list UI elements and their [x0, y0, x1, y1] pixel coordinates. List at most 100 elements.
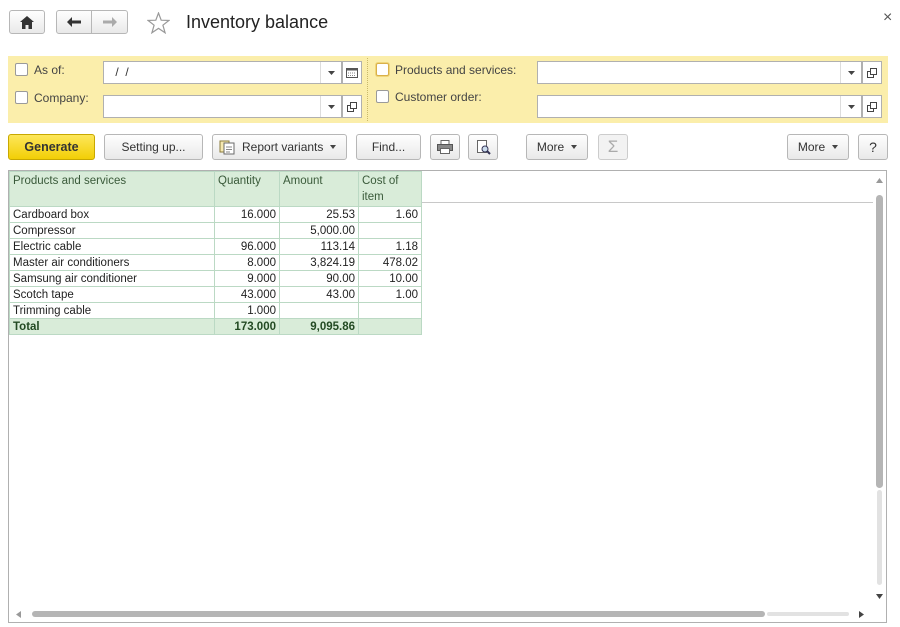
quantity-cell[interactable]: 96.000	[214, 238, 280, 255]
help-button[interactable]: ?	[858, 134, 888, 160]
table-row: Cardboard box 16.000 25.53 1.60	[9, 206, 422, 223]
calendar-button[interactable]	[342, 61, 362, 84]
quantity-cell[interactable]: 9.000	[214, 270, 280, 287]
report-variants-button[interactable]: Report variants	[212, 134, 347, 160]
cost-cell[interactable]	[358, 302, 422, 319]
page-title: Inventory balance	[186, 12, 329, 32]
horizontal-scroll-thumb[interactable]	[32, 611, 765, 617]
as-of-checkbox[interactable]	[15, 63, 28, 76]
total-label-cell[interactable]: Total	[9, 318, 215, 335]
home-button[interactable]	[9, 10, 45, 34]
as-of-date-field[interactable]: / /	[103, 61, 342, 84]
table-row: Electric cable 96.000 113.14 1.18	[9, 238, 422, 255]
as-of-date-value: / /	[112, 65, 129, 79]
find-button[interactable]: Find...	[356, 134, 421, 160]
star-icon[interactable]	[147, 12, 170, 34]
chevron-down-icon	[847, 104, 855, 109]
product-cell[interactable]: Samsung air conditioner	[9, 270, 215, 287]
table-row: Scotch tape 43.000 43.00 1.00	[9, 286, 422, 303]
vertical-scroll-track-lower	[877, 490, 882, 585]
more-button-1[interactable]: More	[526, 134, 588, 160]
scroll-left-icon[interactable]	[16, 611, 21, 618]
as-of-dropdown[interactable]	[320, 62, 341, 83]
product-cell[interactable]: Electric cable	[9, 238, 215, 255]
chevron-down-icon	[847, 70, 855, 75]
company-dropdown[interactable]	[320, 96, 341, 117]
customer-order-label: Customer order:	[395, 90, 482, 104]
amount-cell[interactable]	[279, 302, 359, 319]
amount-cell[interactable]: 3,824.19	[279, 254, 359, 271]
back-button[interactable]	[56, 10, 92, 34]
cost-cell[interactable]: 10.00	[358, 270, 422, 287]
product-cell[interactable]: Compressor	[9, 222, 215, 239]
products-dropdown[interactable]	[840, 62, 861, 83]
scroll-down-icon[interactable]	[876, 594, 883, 599]
customer-order-checkbox[interactable]	[376, 90, 389, 103]
customer-order-dropdown[interactable]	[840, 96, 861, 117]
amount-cell[interactable]: 43.00	[279, 286, 359, 303]
report-table: Products and services Quantity Amount Co…	[9, 171, 422, 335]
vertical-scroll-thumb[interactable]	[876, 195, 883, 488]
products-checkbox[interactable]	[376, 63, 389, 76]
close-icon[interactable]: ×	[883, 9, 892, 27]
amount-cell[interactable]: 113.14	[279, 238, 359, 255]
products-open-button[interactable]	[862, 61, 882, 84]
preview-button[interactable]	[468, 134, 498, 160]
more-label-2: More	[797, 140, 826, 154]
customer-order-open-button[interactable]	[862, 95, 882, 118]
company-field[interactable]	[103, 95, 342, 118]
chevron-down-icon	[330, 145, 337, 149]
filter-divider	[367, 58, 368, 121]
column-header: Quantity	[214, 171, 280, 207]
cost-cell[interactable]: 1.00	[358, 286, 422, 303]
cost-cell[interactable]: 1.60	[358, 206, 422, 223]
horizontal-scrollbar[interactable]	[10, 608, 872, 620]
more-label-1: More	[536, 140, 565, 154]
generate-button[interactable]: Generate	[8, 134, 95, 160]
company-checkbox[interactable]	[15, 91, 28, 104]
company-label: Company:	[34, 91, 89, 105]
arrow-left-icon	[67, 17, 81, 27]
total-amount-cell[interactable]: 9,095.86	[279, 318, 359, 335]
column-header: Amount	[279, 171, 359, 207]
customer-order-field[interactable]	[537, 95, 862, 118]
quantity-cell[interactable]: 43.000	[214, 286, 280, 303]
report-variants-icon	[219, 140, 235, 154]
scroll-right-icon[interactable]	[859, 611, 864, 618]
more-button-2[interactable]: More	[787, 134, 849, 160]
table-header-row: Products and services Quantity Amount Co…	[9, 171, 422, 207]
amount-cell[interactable]: 5,000.00	[279, 222, 359, 239]
print-button[interactable]	[430, 134, 460, 160]
table-row: Samsung air conditioner 9.000 90.00 10.0…	[9, 270, 422, 287]
forward-button[interactable]	[91, 10, 128, 34]
setting-up-button[interactable]: Setting up...	[104, 134, 203, 160]
total-quantity-cell[interactable]: 173.000	[214, 318, 280, 335]
table-row: Compressor 5,000.00	[9, 222, 422, 239]
product-cell[interactable]: Scotch tape	[9, 286, 215, 303]
sum-button[interactable]: Σ	[598, 134, 628, 160]
amount-cell[interactable]: 25.53	[279, 206, 359, 223]
amount-cell[interactable]: 90.00	[279, 270, 359, 287]
quantity-cell[interactable]: 8.000	[214, 254, 280, 271]
cost-cell[interactable]: 1.18	[358, 238, 422, 255]
quantity-cell[interactable]: 1.000	[214, 302, 280, 319]
open-icon	[867, 101, 877, 112]
cost-cell[interactable]: 478.02	[358, 254, 422, 271]
horizontal-scroll-track-right	[767, 612, 849, 616]
cost-cell[interactable]	[358, 222, 422, 239]
scroll-up-icon[interactable]	[876, 178, 883, 183]
open-icon	[867, 67, 877, 78]
products-label: Products and services:	[395, 63, 517, 77]
quantity-cell[interactable]	[214, 222, 280, 239]
products-field[interactable]	[537, 61, 862, 84]
product-cell[interactable]: Trimming cable	[9, 302, 215, 319]
table-row: Master air conditioners 8.000 3,824.19 4…	[9, 254, 422, 271]
quantity-cell[interactable]: 16.000	[214, 206, 280, 223]
as-of-label: As of:	[34, 63, 65, 77]
vertical-scrollbar[interactable]	[874, 172, 886, 604]
total-cost-cell[interactable]	[358, 318, 422, 335]
arrow-right-icon	[102, 17, 117, 27]
product-cell[interactable]: Cardboard box	[9, 206, 215, 223]
company-open-button[interactable]	[342, 95, 362, 118]
product-cell[interactable]: Master air conditioners	[9, 254, 215, 271]
